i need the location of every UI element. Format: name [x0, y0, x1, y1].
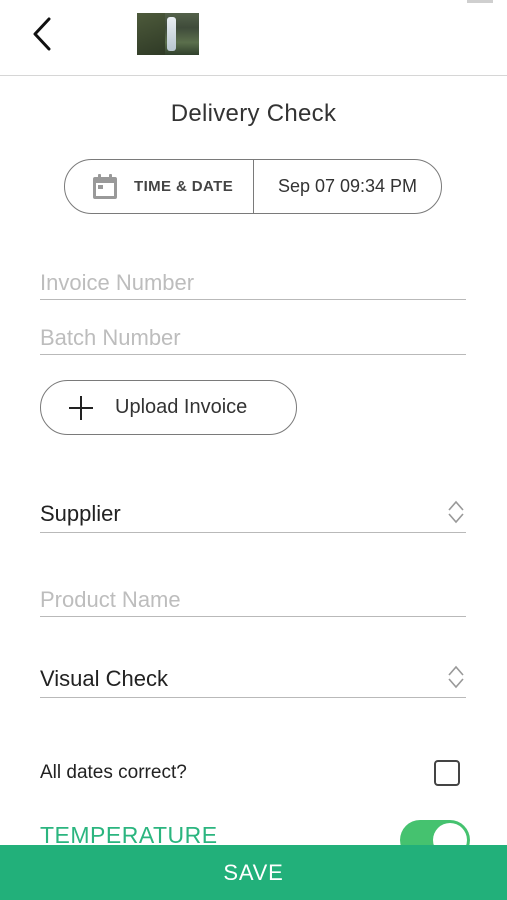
calendar-icon: [93, 173, 117, 199]
all-dates-correct-checkbox[interactable]: [434, 760, 460, 786]
supplier-select-value: Supplier: [40, 501, 121, 526]
all-dates-correct-label: All dates correct?: [40, 762, 187, 783]
all-dates-correct-row: All dates correct?: [40, 758, 466, 788]
header-thumbnail-image: [137, 13, 199, 55]
top-bar: [0, 0, 507, 76]
back-button[interactable]: [24, 16, 60, 52]
visual-check-select[interactable]: Visual Check: [40, 652, 466, 698]
batch-number-input[interactable]: [40, 325, 466, 351]
time-date-label: TIME & DATE: [134, 178, 234, 195]
plus-icon: [69, 395, 93, 420]
invoice-number-field[interactable]: [40, 256, 466, 300]
back-chevron-icon: [33, 17, 51, 51]
time-date-selector[interactable]: TIME & DATE Sep 07 09:34 PM: [64, 159, 442, 214]
time-date-value[interactable]: Sep 07 09:34 PM: [254, 160, 441, 213]
menu-edge: [467, 0, 493, 3]
save-button[interactable]: SAVE: [0, 845, 507, 900]
sort-arrows-icon: [448, 665, 464, 689]
product-name-input[interactable]: [40, 587, 466, 613]
batch-number-field[interactable]: [40, 311, 466, 355]
supplier-select[interactable]: Supplier: [40, 487, 466, 533]
time-date-label-section: TIME & DATE: [65, 160, 254, 213]
visual-check-select-value: Visual Check: [40, 666, 168, 691]
sort-arrows-icon: [448, 500, 464, 524]
invoice-number-input[interactable]: [40, 270, 466, 296]
product-name-field[interactable]: [40, 573, 466, 617]
page-title: Delivery Check: [170, 100, 337, 127]
save-label: SAVE: [223, 859, 284, 885]
upload-invoice-label: Upload Invoice: [115, 396, 248, 418]
upload-invoice-button[interactable]: Upload Invoice: [40, 380, 297, 435]
